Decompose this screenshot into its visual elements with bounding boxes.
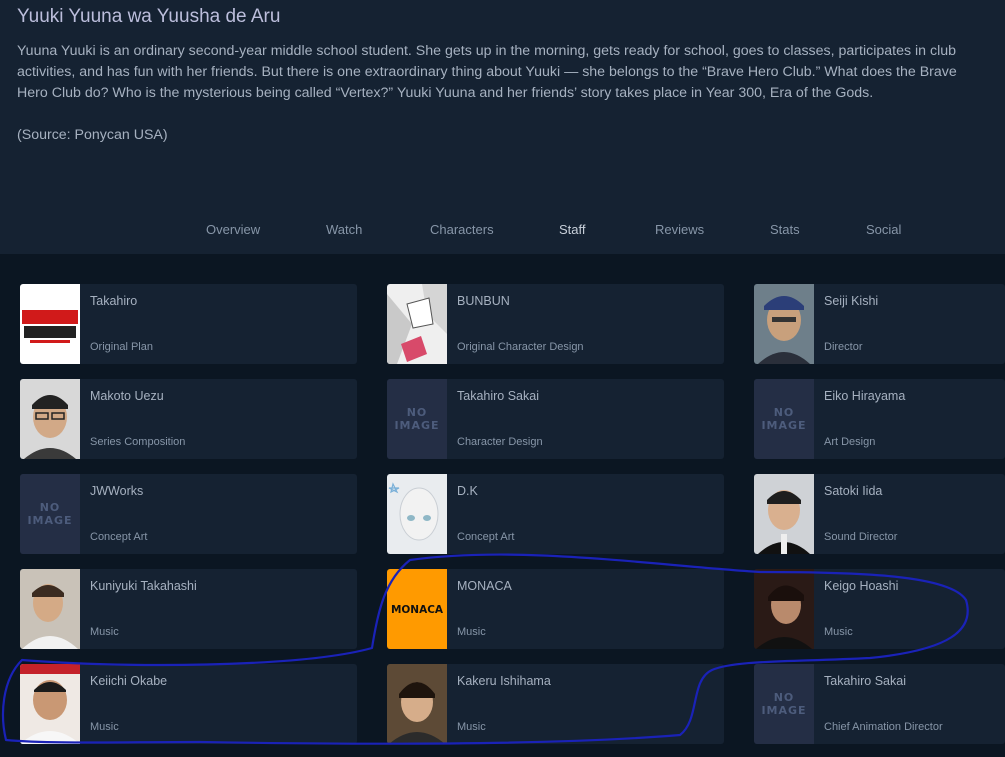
monaca-logo[interactable]: MONACA: [387, 569, 447, 649]
staff-name[interactable]: Keigo Hoashi: [824, 579, 898, 593]
staff-role: Chief Animation Director: [824, 721, 943, 733]
no-image-text: NO IMAGE: [761, 691, 807, 717]
staff-card[interactable]: NO IMAGE Takahiro Sakai Chief Animation D…: [754, 664, 1005, 744]
staff-role: Concept Art: [90, 531, 148, 543]
staff-name[interactable]: Takahiro: [90, 294, 137, 308]
staff-name[interactable]: BUNBUN: [457, 294, 510, 308]
staff-image-person-photo[interactable]: [20, 379, 80, 459]
no-image-placeholder[interactable]: NO IMAGE: [754, 664, 814, 744]
staff-card[interactable]: D.K Concept Art: [387, 474, 724, 554]
staff-role: Original Plan: [90, 341, 153, 353]
staff-role: Music: [90, 721, 119, 733]
staff-card[interactable]: NO IMAGE Eiko Hirayama Art Design: [754, 379, 1005, 459]
staff-name[interactable]: Takahiro Sakai: [824, 674, 906, 688]
staff-image-character-art[interactable]: [387, 474, 447, 554]
staff-name[interactable]: Keiichi Okabe: [90, 674, 167, 688]
staff-name[interactable]: D.K: [457, 484, 478, 498]
staff-role: Art Design: [824, 436, 876, 448]
staff-name[interactable]: Takahiro Sakai: [457, 389, 539, 403]
staff-role: Music: [824, 626, 853, 638]
no-image-placeholder[interactable]: NO IMAGE: [20, 474, 80, 554]
staff-image-person-photo[interactable]: [754, 569, 814, 649]
staff-card[interactable]: Satoki Iida Sound Director: [754, 474, 1005, 554]
staff-card[interactable]: Keiichi Okabe Music: [20, 664, 357, 744]
staff-card[interactable]: BUNBUN Original Character Design: [387, 284, 724, 364]
staff-card[interactable]: MONACA MONACA Music: [387, 569, 724, 649]
no-image-placeholder[interactable]: NO IMAGE: [387, 379, 447, 459]
staff-role: Music: [457, 626, 486, 638]
staff-name[interactable]: Kuniyuki Takahashi: [90, 579, 197, 593]
staff-role: Sound Director: [824, 531, 898, 543]
staff-card[interactable]: Keigo Hoashi Music: [754, 569, 1005, 649]
staff-grid: Takahiro Original Plan BUNBUN Original C…: [0, 0, 1005, 757]
staff-card[interactable]: Seiji Kishi Director: [754, 284, 1005, 364]
staff-card[interactable]: Kakeru Ishihama Music: [387, 664, 724, 744]
no-image-text: NO IMAGE: [394, 406, 440, 432]
staff-role: Original Character Design: [457, 341, 584, 353]
staff-name[interactable]: Makoto Uezu: [90, 389, 164, 403]
staff-image-person-photo[interactable]: [754, 474, 814, 554]
staff-role: Director: [824, 341, 863, 353]
staff-image-takahiro-project-logo[interactable]: [20, 284, 80, 364]
staff-image-manga-sketch[interactable]: [387, 284, 447, 364]
no-image-text: NO IMAGE: [761, 406, 807, 432]
staff-image-person-photo[interactable]: [20, 569, 80, 649]
staff-role: Character Design: [457, 436, 543, 448]
staff-card[interactable]: Kuniyuki Takahashi Music: [20, 569, 357, 649]
staff-image-person-photo[interactable]: [754, 284, 814, 364]
no-image-text: NO IMAGE: [27, 501, 73, 527]
staff-role: Music: [457, 721, 486, 733]
staff-name[interactable]: Kakeru Ishihama: [457, 674, 551, 688]
monaca-logo-text: MONACA: [391, 604, 444, 616]
staff-card[interactable]: Makoto Uezu Series Composition: [20, 379, 357, 459]
no-image-placeholder[interactable]: NO IMAGE: [754, 379, 814, 459]
staff-name[interactable]: MONACA: [457, 579, 512, 593]
staff-name[interactable]: Eiko Hirayama: [824, 389, 905, 403]
staff-role: Music: [90, 626, 119, 638]
staff-name[interactable]: JWWorks: [90, 484, 143, 498]
staff-name[interactable]: Seiji Kishi: [824, 294, 878, 308]
staff-card[interactable]: NO IMAGE Takahiro Sakai Character Design: [387, 379, 724, 459]
staff-image-person-photo[interactable]: [387, 664, 447, 744]
staff-name[interactable]: Satoki Iida: [824, 484, 882, 498]
staff-role: Series Composition: [90, 436, 186, 448]
staff-role: Concept Art: [457, 531, 515, 543]
staff-image-person-photo[interactable]: [20, 664, 80, 744]
staff-card[interactable]: Takahiro Original Plan: [20, 284, 357, 364]
staff-card[interactable]: NO IMAGE JWWorks Concept Art: [20, 474, 357, 554]
